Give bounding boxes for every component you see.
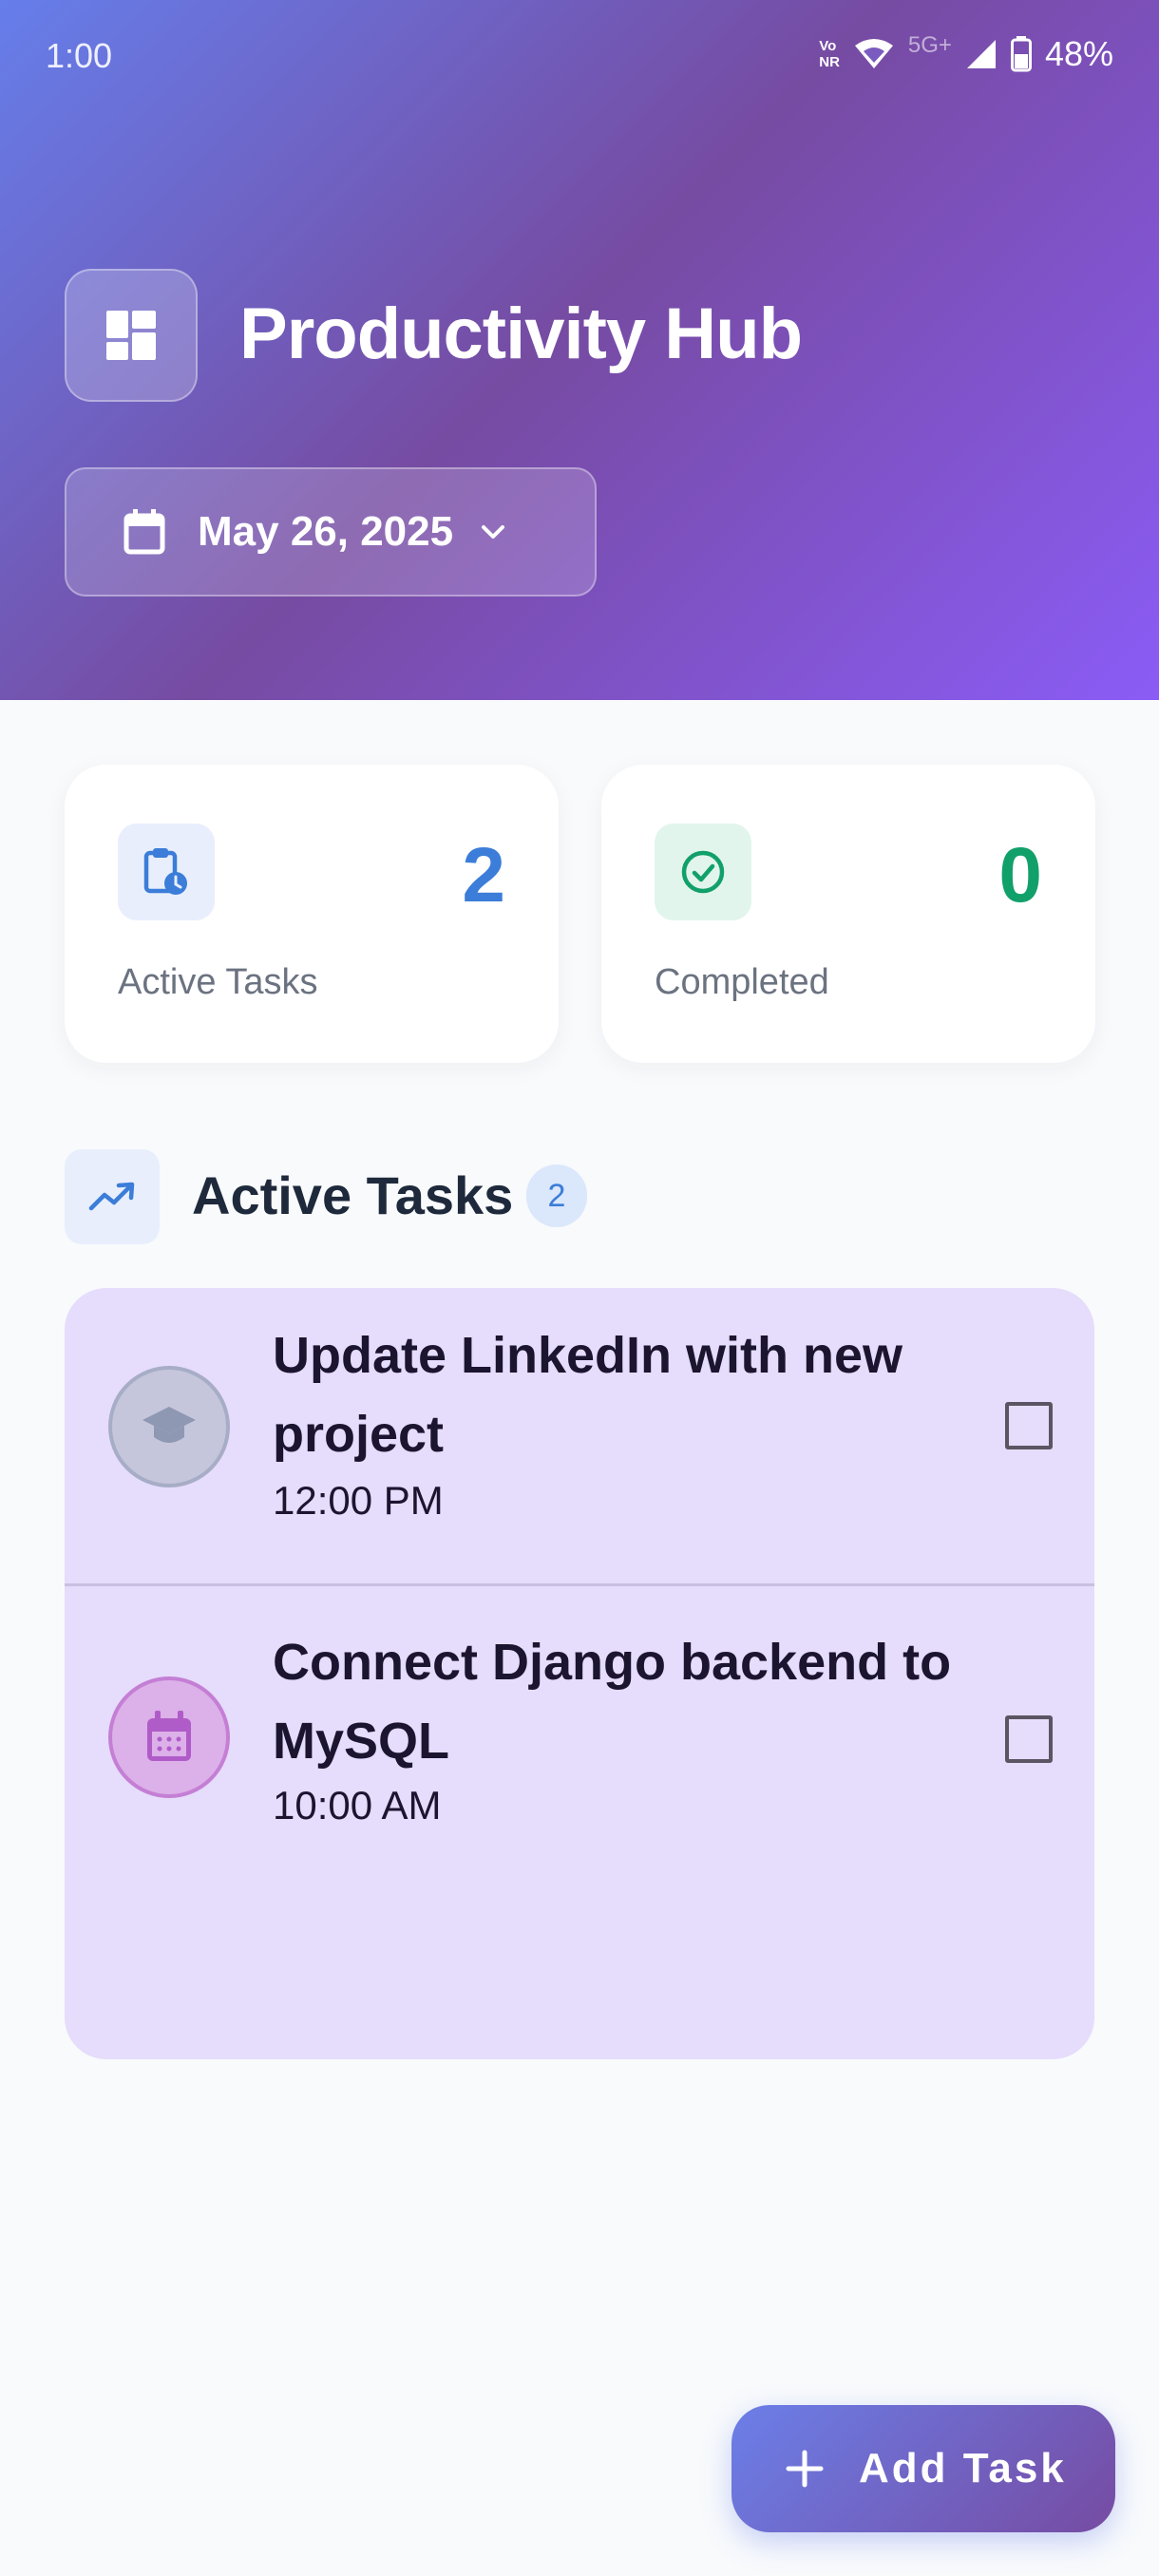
task-time: 10:00 AM [273,1783,442,1828]
volte-top-text: Vo [819,38,837,54]
clipboard-clock-icon [143,848,187,895]
volte-indicator: Vo NR [819,38,840,70]
signal-icon [966,40,996,68]
stat-completed-value: 0 [998,832,1042,919]
battery-percentage: 48% [1044,34,1113,73]
stat-active-icon-wrap [118,824,215,920]
check-circle-icon [681,850,725,894]
network-type: 5G+ [907,32,952,58]
task-checkbox[interactable] [1005,1715,1053,1763]
status-icons: Vo NR 5G+ 48% [819,32,1113,74]
task-count-badge: 2 [526,1165,587,1227]
date-selector[interactable]: May 26, 2025 [65,467,597,597]
app-title: Productivity Hub [239,294,803,374]
wifi-icon [854,39,893,68]
volte-bottom-text: NR [819,54,840,70]
task-item[interactable]: Update LinkedIn with new project 12:00 P… [65,1288,1094,1586]
chevron-down-icon [482,525,505,539]
stat-active-value: 2 [462,832,505,919]
add-task-label: Add Task [859,2445,1067,2491]
dashboard-icon [106,311,156,360]
task-time: 12:00 PM [273,1478,444,1523]
stat-card-active[interactable]: 2 Active Tasks [65,765,559,1063]
calendar-icon [124,509,165,555]
selected-date: May 26, 2025 [198,508,454,555]
stat-card-completed[interactable]: 0 Completed [601,765,1095,1063]
task-category-avatar [108,1366,230,1487]
plus-icon [786,2450,824,2488]
battery-icon [1010,36,1032,72]
stat-completed-icon-wrap [655,824,751,920]
app-logo [65,269,198,402]
section-title: Active Tasks [192,1165,514,1225]
task-title: Connect Django backend to MySQL [273,1634,952,1770]
trending-up-icon [88,1182,135,1211]
task-list: Update LinkedIn with new project 12:00 P… [65,1288,1094,2059]
task-category-avatar [108,1676,230,1798]
stat-completed-label: Completed [655,962,829,1002]
task-item[interactable]: Connect Django backend to MySQL 10:00 AM [65,1589,1094,1912]
graduation-cap-icon [142,1407,196,1443]
section-icon-wrap [65,1149,160,1244]
stat-active-label: Active Tasks [118,962,318,1002]
calendar-icon [147,1711,191,1761]
status-bar: 1:00 Vo NR 5G+ 48% [0,0,1159,114]
task-checkbox[interactable] [1005,1402,1053,1449]
status-time: 1:00 [46,36,113,75]
task-title: Update LinkedIn with new project [273,1327,903,1463]
app-header: 1:00 Vo NR 5G+ 48% Productivity Hub May … [0,0,1159,700]
add-task-button[interactable]: Add Task [732,2405,1115,2532]
